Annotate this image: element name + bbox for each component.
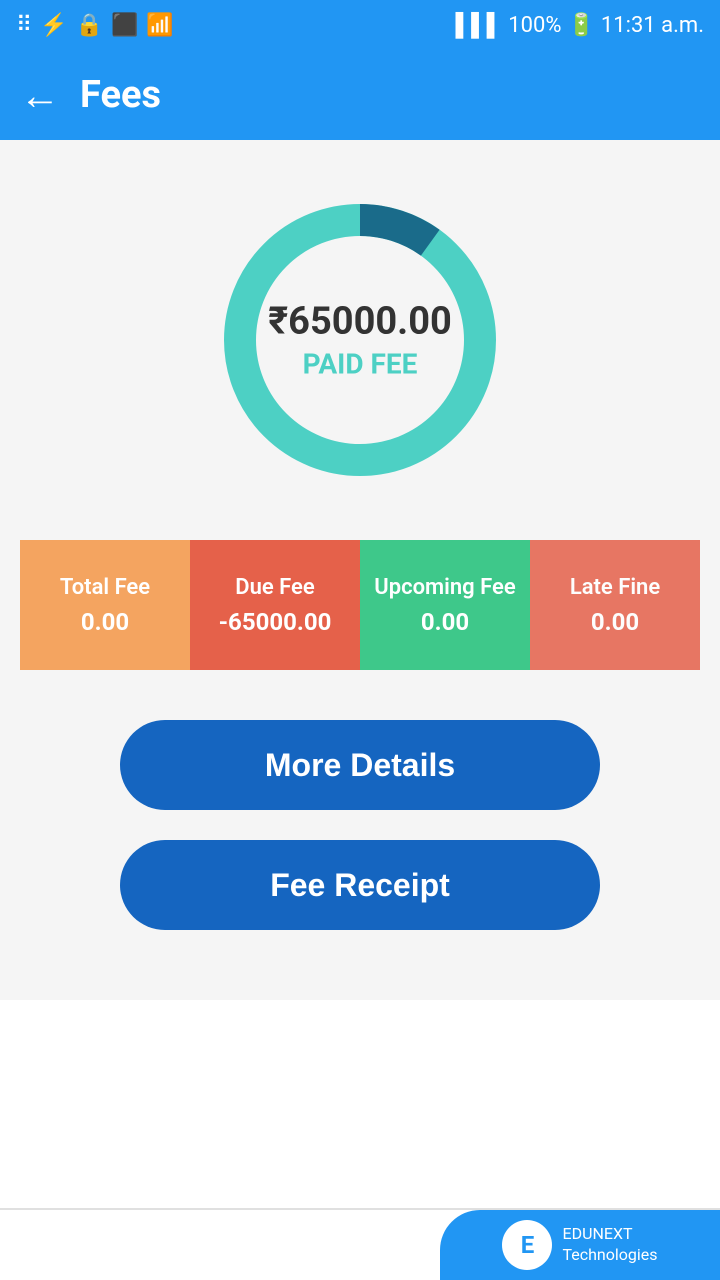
late-fine-label: Late Fine <box>570 575 660 600</box>
menu-icon: ⠿ <box>16 13 32 38</box>
total-fee-card: Total Fee 0.00 <box>20 540 190 670</box>
status-bar-right: ▌▌▌ 100% 🔋 11:31 a.m. <box>456 12 705 38</box>
paid-amount: ₹65000.00 <box>268 300 452 344</box>
late-fine-card: Late Fine 0.00 <box>530 540 700 670</box>
time-label: 11:31 a.m. <box>601 13 704 38</box>
footer-brand: E EDUNEXT Technologies <box>440 1210 720 1280</box>
due-fee-card: Due Fee -65000.00 <box>190 540 360 670</box>
upcoming-fee-value: 0.00 <box>421 608 469 636</box>
brand-text: EDUNEXT Technologies <box>562 1224 657 1266</box>
copy-icon: ⬛ <box>111 13 138 38</box>
status-bar: ⠿ ⚡ 🔒 ⬛ 📶 ▌▌▌ 100% 🔋 11:31 a.m. <box>0 0 720 50</box>
lock-icon: 🔒 <box>76 13 103 38</box>
main-content: ₹65000.00 PAID FEE Total Fee 0.00 Due Fe… <box>0 140 720 1000</box>
page-title: Fees <box>80 73 161 117</box>
fee-summary-strip: Total Fee 0.00 Due Fee -65000.00 Upcomin… <box>20 540 700 670</box>
upcoming-fee-label: Upcoming Fee <box>374 575 515 600</box>
brand-icon: E <box>502 1220 552 1270</box>
brand-name: EDUNEXT <box>562 1224 657 1245</box>
status-bar-icons: ⠿ ⚡ 🔒 ⬛ 📶 <box>16 13 174 38</box>
wifi-icon: 📶 <box>146 13 173 38</box>
due-fee-label: Due Fee <box>235 575 314 600</box>
signal-icon: ▌▌▌ <box>456 12 503 38</box>
fee-donut-chart: ₹65000.00 PAID FEE <box>200 180 520 500</box>
app-bar: ← Fees <box>0 50 720 140</box>
battery-label: 100% <box>508 13 561 38</box>
chart-center: ₹65000.00 PAID FEE <box>268 300 452 381</box>
back-button[interactable]: ← <box>20 72 60 119</box>
paid-label: PAID FEE <box>268 348 452 381</box>
usb-icon: ⚡ <box>40 13 67 38</box>
more-details-button[interactable]: More Details <box>120 720 600 810</box>
total-fee-label: Total Fee <box>60 575 150 600</box>
upcoming-fee-card: Upcoming Fee 0.00 <box>360 540 530 670</box>
due-fee-value: -65000.00 <box>219 608 332 636</box>
late-fine-value: 0.00 <box>591 608 639 636</box>
total-fee-value: 0.00 <box>81 608 129 636</box>
fee-receipt-button[interactable]: Fee Receipt <box>120 840 600 930</box>
battery-icon: 🔋 <box>567 13 594 38</box>
brand-sub: Technologies <box>562 1245 657 1266</box>
